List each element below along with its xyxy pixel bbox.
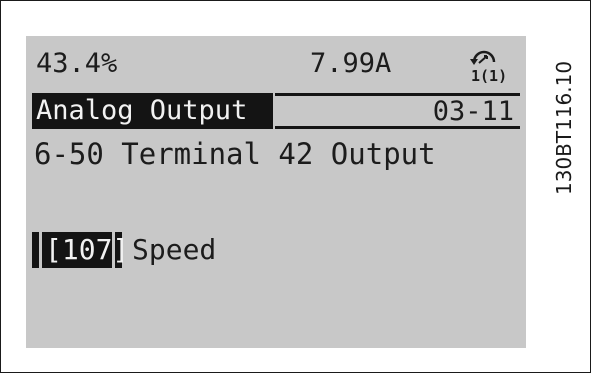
current-readout: 7.99A (310, 48, 392, 79)
value-code-highlight: [107] (32, 232, 129, 268)
menu-indicator: 1(1) (471, 67, 507, 84)
value-code: [107] (45, 233, 130, 266)
lcp-display: 43.4% 7.99A 1(1) Analog Output 03-11 6-5… (26, 36, 526, 348)
parameter-name: 6-50 Terminal 42 Output (34, 137, 436, 171)
group-name: Analog Output (36, 95, 248, 126)
group-code-field: 03-11 (275, 93, 520, 129)
group-name-highlight: Analog Output (32, 93, 273, 129)
load-percent-readout: 43.4% (36, 48, 118, 79)
title-bar: Analog Output 03-11 (32, 93, 520, 129)
figure-id: 130BT116.10 (552, 60, 576, 195)
group-code: 03-11 (432, 96, 514, 127)
rotate-arrow-icon: 1(1) (470, 50, 507, 84)
value-label: Speed (132, 233, 217, 266)
